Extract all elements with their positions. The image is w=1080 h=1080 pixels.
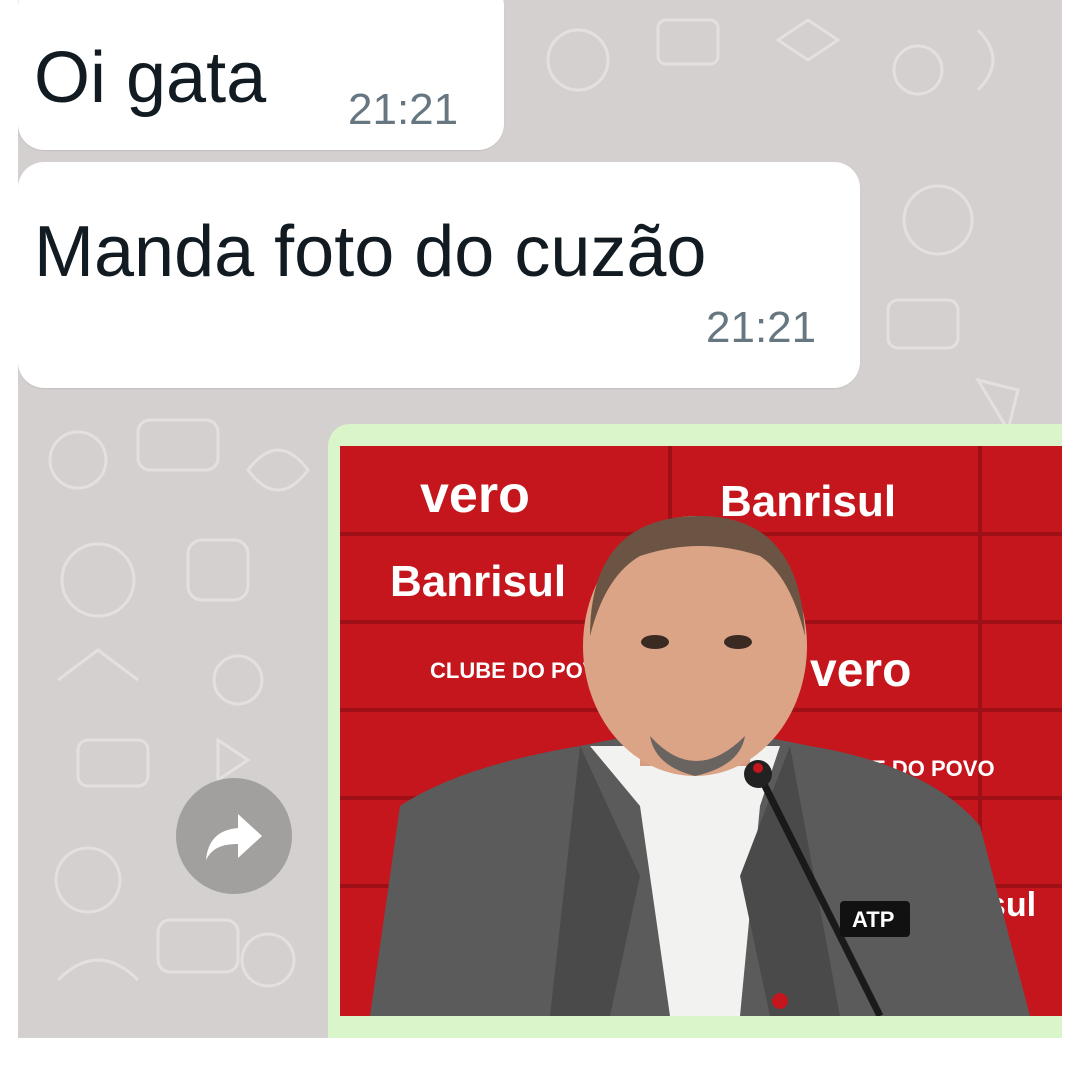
photo-illustration: vero Banrisul Banrisul vero CLUBE DO POV… bbox=[340, 446, 1062, 1016]
message-text: Oi gata bbox=[34, 38, 267, 118]
forward-button[interactable] bbox=[176, 778, 292, 894]
forward-arrow-icon bbox=[206, 814, 262, 860]
message-bubble[interactable]: Manda foto do cuzão 21:21 bbox=[18, 162, 860, 388]
message-timestamp: 21:21 bbox=[348, 85, 459, 134]
press-tag-label: ATP bbox=[852, 907, 894, 932]
chat-window: Oi gata 21:21 Manda foto do cuzão 21:21 bbox=[18, 0, 1062, 1038]
sponsor-logo-vero: vero bbox=[420, 466, 530, 524]
message-bubble[interactable]: Oi gata 21:21 bbox=[18, 0, 504, 150]
sponsor-logo-vero: vero bbox=[810, 644, 911, 697]
sponsor-logo-banrisul: Banrisul bbox=[390, 557, 566, 606]
message-text: Manda foto do cuzão bbox=[34, 212, 707, 292]
message-timestamp: 21:21 bbox=[706, 303, 817, 352]
sponsor-logo-banrisul: Banrisul bbox=[720, 477, 896, 526]
image-message-bubble[interactable]: vero Banrisul Banrisul vero CLUBE DO POV… bbox=[328, 424, 1062, 1038]
press-conference-photo[interactable]: vero Banrisul Banrisul vero CLUBE DO POV… bbox=[340, 446, 1062, 1016]
